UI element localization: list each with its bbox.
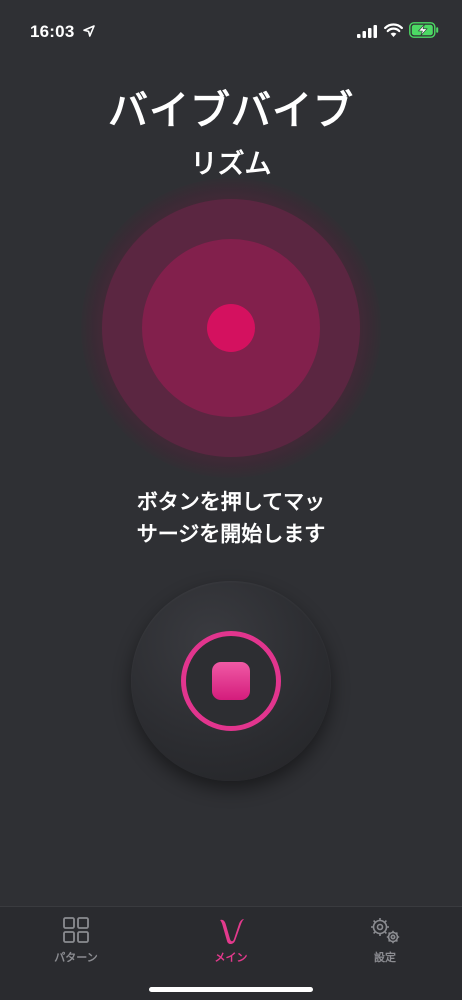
status-time: 16:03: [30, 22, 75, 41]
stop-icon[interactable]: [212, 662, 250, 700]
status-bar: 16:03: [0, 0, 462, 64]
instruction-text: ボタンを押してマッ サージを開始します: [0, 486, 462, 550]
app-title: バイブバイブ: [108, 88, 354, 134]
v-logo-icon: [220, 919, 244, 944]
wifi-icon: [384, 23, 403, 37]
tab-patterns-label: パターン: [54, 951, 98, 964]
instruction-line-2: サージを開始します: [136, 522, 326, 546]
tab-bar: パターン メイン 設定: [0, 906, 462, 1000]
mode-subtitle: リズム: [190, 149, 272, 180]
home-indicator[interactable]: [149, 987, 313, 992]
tab-settings-label: 設定: [374, 951, 396, 964]
instruction-line-1: ボタンを押してマッ: [136, 490, 326, 514]
stop-button-ring[interactable]: [181, 631, 281, 731]
battery-charging-icon: [409, 22, 439, 38]
tab-patterns[interactable]: パターン: [16, 915, 136, 975]
stop-button[interactable]: [131, 581, 331, 781]
pulse-core: [207, 304, 255, 352]
tab-main-label: メイン: [214, 951, 248, 964]
tab-main[interactable]: メイン: [171, 915, 291, 975]
gears-icon: [371, 918, 400, 944]
location-arrow-icon: [83, 25, 95, 37]
grid-icon: [63, 917, 89, 943]
tab-settings[interactable]: 設定: [325, 915, 445, 975]
signal-icon: [357, 25, 377, 38]
